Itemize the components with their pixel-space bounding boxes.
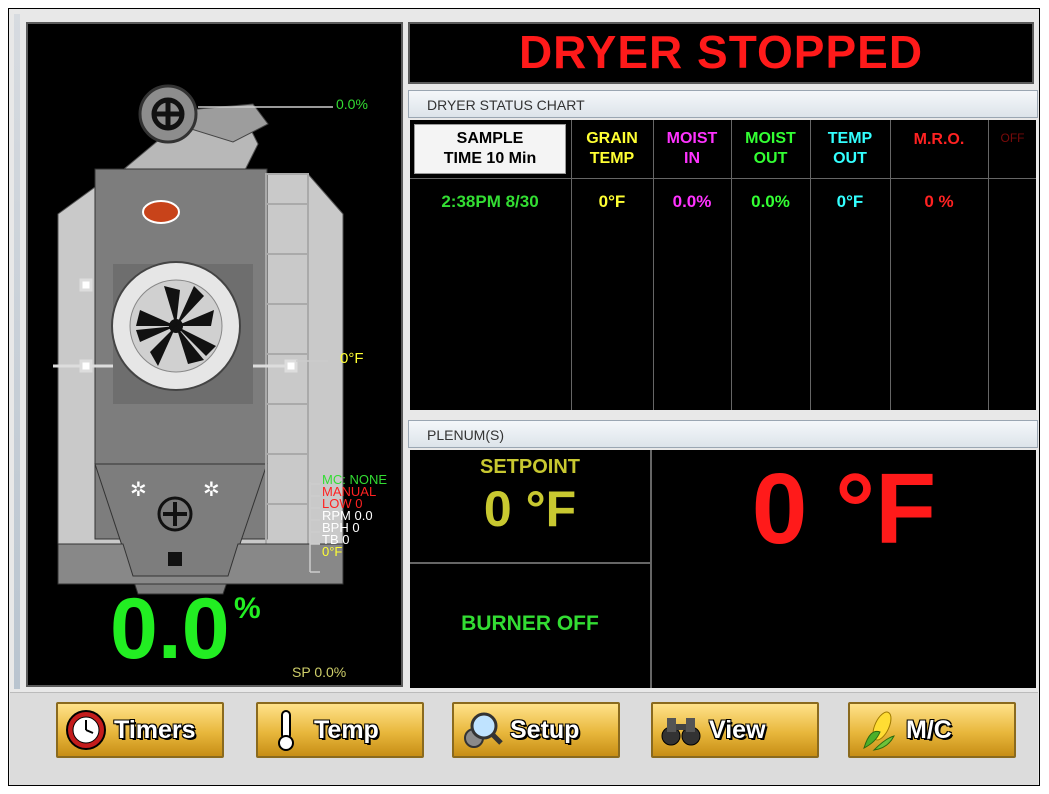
status-chart-header: DRYER STATUS CHART — [408, 90, 1038, 118]
magnifier-gear-icon — [464, 712, 503, 748]
row-temp-out: 0°F — [836, 192, 864, 211]
top-fan-icon — [151, 97, 185, 131]
plenum-current-temp: 0 °F — [751, 453, 937, 565]
row-time: 2:38PM 8/30 — [441, 192, 539, 211]
col-grain-temp-line2: TEMP — [589, 150, 635, 167]
moisture-value: 0.0 — [110, 581, 230, 677]
temp-label: Temp — [314, 715, 379, 744]
row-moist-out: 0.0% — [751, 192, 790, 211]
binoculars-icon — [661, 718, 701, 746]
setpoint-readout: SP 0.0% — [292, 664, 347, 680]
col-moist-out-line1: MOIST — [745, 130, 796, 147]
view-button[interactable]: View — [651, 702, 819, 758]
col-moist-out: MOIST OUT — [732, 124, 809, 174]
col-sample-time-line1: SAMPLE — [456, 130, 524, 147]
clock-icon — [66, 710, 106, 750]
view-label: View — [709, 715, 766, 744]
header-divider — [410, 178, 1036, 179]
plenum-header: PLENUM(S) — [408, 420, 1038, 448]
window-edge — [14, 14, 20, 689]
col-mro-line1: M.R.O. — [913, 131, 965, 148]
row-mro: 0 % — [924, 192, 954, 211]
svg-text:✲: ✲ — [203, 477, 220, 501]
status-lines: MC: NONE MANUAL LOW 0 RPM 0.0 BPH 0 TB 0… — [322, 473, 387, 559]
timers-button[interactable]: Timers — [56, 702, 224, 758]
row-grain-temp: 0°F — [598, 192, 626, 211]
plenum-divider-h — [410, 562, 650, 564]
timers-label: Timers — [114, 715, 196, 744]
col-moist-in-line2: IN — [684, 150, 700, 167]
moisture-readout: 0.0 % — [110, 584, 261, 674]
moisture-unit: % — [234, 592, 261, 625]
col-moist-in-line1: MOIST — [666, 130, 718, 147]
thermometer-icon — [278, 710, 294, 751]
dryer-status-title: DRYER STOPPED — [408, 22, 1034, 84]
brand-logo — [142, 200, 180, 224]
col-grain-temp: GRAIN TEMP — [572, 124, 652, 174]
mid-temp-readout: 0°F — [340, 350, 364, 367]
status-line-temp: 0°F — [322, 544, 343, 559]
dryer-panel: ✲ ✲ 0.0% 0°F MC: NONE MANUAL LOW 0 RPM 0… — [26, 22, 403, 687]
col-sample-time[interactable]: SAMPLE TIME 10 Min — [414, 124, 566, 174]
col-off-line1: OFF — [1000, 131, 1025, 145]
plenum-panel: SETPOINT 0 °F BURNER OFF 0 °F — [410, 450, 1036, 688]
col-off[interactable]: OFF — [989, 124, 1036, 174]
row-moist-in: 0.0% — [672, 192, 712, 211]
mc-label: M/C — [906, 715, 952, 744]
corn-icon — [863, 711, 895, 751]
col-temp-out-line2: OUT — [833, 150, 867, 167]
col-temp-out: TEMP OUT — [811, 124, 889, 174]
setpoint-value[interactable]: 0 °F — [410, 480, 650, 538]
col-mro: M.R.O. — [891, 124, 987, 174]
svg-text:✲: ✲ — [130, 477, 147, 501]
col-moist-out-line2: OUT — [753, 150, 788, 167]
setup-label: Setup — [510, 715, 580, 744]
burner-status: BURNER OFF — [461, 612, 599, 635]
col-sample-time-line2: TIME 10 Min — [443, 150, 537, 167]
col-moist-in: MOIST IN — [654, 124, 730, 174]
col-grain-temp-line1: GRAIN — [586, 130, 638, 147]
temp-button[interactable]: Temp — [256, 702, 424, 758]
mc-button[interactable]: M/C — [848, 702, 1016, 758]
setpoint-label: SETPOINT — [479, 456, 580, 478]
status-chart: SAMPLE TIME 10 Min GRAIN TEMP MOIST IN M… — [410, 120, 1036, 410]
col-temp-out-line1: TEMP — [827, 130, 873, 147]
top-fan-readout: 0.0% — [336, 96, 368, 112]
setup-button[interactable]: Setup — [452, 702, 620, 758]
